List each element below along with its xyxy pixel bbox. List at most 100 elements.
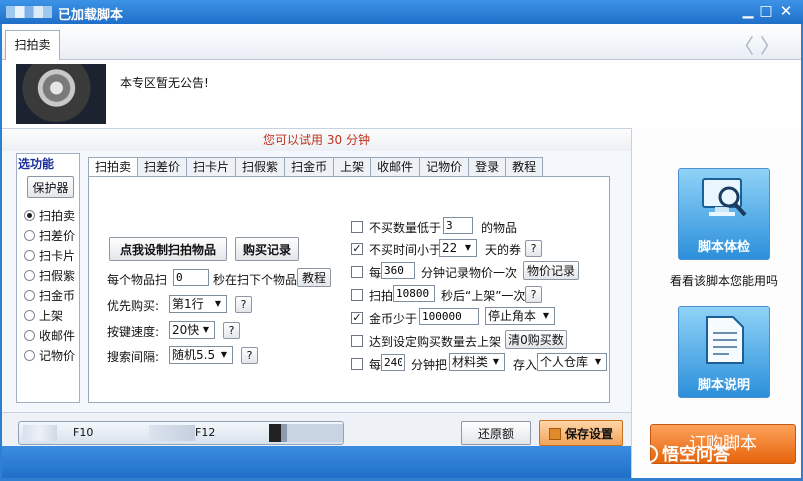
function-tab[interactable]: 收邮件	[370, 157, 420, 177]
function-tab[interactable]: 扫拍卖	[88, 157, 138, 177]
save-settings-button[interactable]: 保存设置	[539, 420, 623, 446]
function-selector: 选功能 保护器 扫拍卖 扫差价 扫卡片 扫假紫 扫金币 上架 收邮件 记物价	[16, 153, 80, 403]
radio-icon[interactable]	[24, 349, 35, 361]
script-manual-label: 脚本说明	[697, 378, 750, 393]
priority-help-button[interactable]: ?	[235, 296, 252, 313]
time-limit-checkbox[interactable]: ✓	[351, 243, 363, 255]
bottom-bar: F10 F12 还原额 保存设置	[2, 412, 631, 446]
min-qty-checkbox[interactable]	[351, 221, 363, 233]
key-speed-select[interactable]: 20快 ▼	[169, 321, 215, 339]
function-option[interactable]: 记物价	[24, 346, 75, 364]
tab-scan-auction[interactable]: 扫拍卖	[5, 30, 60, 60]
function-option[interactable]: 扫假紫	[24, 266, 75, 284]
function-option[interactable]: 扫卡片	[24, 246, 75, 264]
function-option-label: 记物价	[39, 348, 76, 363]
restore-button[interactable]: 还原额	[461, 421, 531, 445]
deposit-prefix: 每	[369, 358, 382, 372]
chevron-left-icon[interactable]: 〈	[734, 30, 754, 59]
hotkey-bar-shade	[269, 424, 343, 442]
min-qty-prefix: 不买数量低于	[369, 221, 442, 235]
listing-after-checkbox[interactable]	[351, 335, 363, 347]
window-title: 已加载脚本	[58, 8, 124, 23]
tutorial-button[interactable]: 教程	[297, 268, 331, 287]
reset-purchase-count-button[interactable]: 清0购买数	[505, 330, 567, 349]
hotkey-bar-shade	[149, 425, 195, 441]
radio-icon[interactable]	[24, 289, 35, 301]
function-tab[interactable]: 教程	[505, 157, 544, 177]
top-tab-strip: 扫拍卖 〈 〉	[2, 24, 801, 60]
search-interval-help-button[interactable]: ?	[241, 347, 258, 364]
scan-listing-checkbox[interactable]	[351, 289, 363, 301]
close-button[interactable]: ✕	[776, 2, 796, 20]
function-tab[interactable]: 扫金币	[284, 157, 334, 177]
function-option-label: 收邮件	[39, 328, 76, 343]
gold-below-input[interactable]	[419, 308, 479, 325]
right-panel: 脚本体检 看看该脚本您能用吗 脚本说明 订购脚本	[631, 128, 801, 478]
scan-listing-help-button[interactable]: ?	[525, 286, 542, 303]
status-bar	[2, 446, 631, 478]
search-interval-select[interactable]: 随机5.5 ▼	[169, 346, 233, 364]
set-scan-items-button[interactable]: 点我设制扫拍物品	[109, 237, 227, 261]
deposit-type-select[interactable]: 材料类 ▼	[449, 353, 505, 371]
function-option[interactable]: 扫金币	[24, 286, 75, 304]
protector-button[interactable]: 保护器	[27, 176, 74, 198]
deposit-minutes-input[interactable]	[381, 354, 405, 371]
function-option[interactable]: 扫拍卖	[24, 206, 75, 224]
price-record-button[interactable]: 物价记录	[523, 261, 579, 280]
watermark: 悟空问答	[636, 440, 730, 465]
trial-notice: 您可以试用 30 分钟	[2, 129, 631, 151]
radio-icon[interactable]	[24, 209, 35, 221]
function-option[interactable]: 收邮件	[24, 326, 75, 344]
function-option-label: 扫差价	[39, 228, 76, 243]
minimize-button[interactable]: ▁	[738, 2, 758, 20]
function-tab[interactable]: 扫假紫	[235, 157, 285, 177]
script-check-label: 脚本体检	[697, 240, 750, 255]
script-check-hint: 看看该脚本您能用吗	[670, 274, 779, 288]
function-option-label: 扫卡片	[39, 248, 76, 263]
trial-minutes: 30	[326, 133, 343, 147]
scan-listing-input[interactable]	[393, 285, 435, 302]
function-tab[interactable]: 扫差价	[137, 157, 187, 177]
radio-icon[interactable]	[24, 229, 35, 241]
hotkey-stop: F12	[195, 426, 216, 439]
scan-time-input[interactable]	[173, 269, 209, 286]
function-option[interactable]: 扫差价	[24, 226, 75, 244]
gold-action-select[interactable]: 停止角本 ▼	[485, 307, 555, 325]
deposit-store-select[interactable]: 个人仓库 ▼	[537, 353, 607, 371]
maximize-button[interactable]: □	[756, 2, 776, 20]
chevron-right-icon[interactable]: 〉	[760, 30, 780, 59]
deposit-checkbox[interactable]	[351, 358, 363, 370]
function-option[interactable]: 上架	[24, 306, 63, 324]
gold-below-checkbox[interactable]: ✓	[351, 312, 363, 324]
min-qty-input[interactable]	[443, 217, 473, 234]
key-speed-help-button[interactable]: ?	[223, 322, 240, 339]
record-price-prefix: 每	[369, 266, 382, 280]
function-tab[interactable]: 登录	[468, 157, 506, 177]
chat-bubble-icon	[636, 445, 658, 463]
priority-select[interactable]: 第1行 ▼	[169, 295, 227, 313]
time-limit-help-button[interactable]: ?	[525, 240, 542, 257]
time-limit-select[interactable]: 22 ▼	[439, 239, 477, 257]
function-tab[interactable]: 扫卡片	[186, 157, 236, 177]
script-check-button[interactable]: 脚本体检	[678, 168, 770, 260]
deposit-store-label: 存入	[513, 358, 538, 372]
record-price-input[interactable]	[381, 262, 415, 279]
dropdown-arrow-icon: ▼	[594, 357, 602, 366]
radio-icon[interactable]	[24, 249, 35, 261]
purchase-record-button[interactable]: 购买记录	[235, 237, 299, 261]
script-manual-button[interactable]: 脚本说明	[678, 306, 770, 398]
radio-icon[interactable]	[24, 309, 35, 321]
scan-listing-prefix: 扫拍	[369, 289, 394, 303]
record-price-checkbox[interactable]	[351, 266, 363, 278]
title-bar: 已加载脚本 ▁ □ ✕	[0, 0, 803, 24]
hotkey-bar-shade	[23, 425, 57, 441]
function-tab[interactable]: 上架	[333, 157, 371, 177]
app-icon	[6, 6, 52, 18]
window-client: 扫拍卖 〈 〉 本专区暂无公告! 您可以试用 30 分钟 选功能 保护器 扫拍卖…	[2, 24, 801, 478]
radio-icon[interactable]	[24, 329, 35, 341]
function-option-label: 上架	[39, 308, 64, 323]
function-tab[interactable]: 记物价	[419, 157, 469, 177]
priority-label: 优先购买:	[107, 299, 160, 313]
time-limit-prefix: 不买时间小于	[369, 243, 442, 257]
radio-icon[interactable]	[24, 269, 35, 281]
